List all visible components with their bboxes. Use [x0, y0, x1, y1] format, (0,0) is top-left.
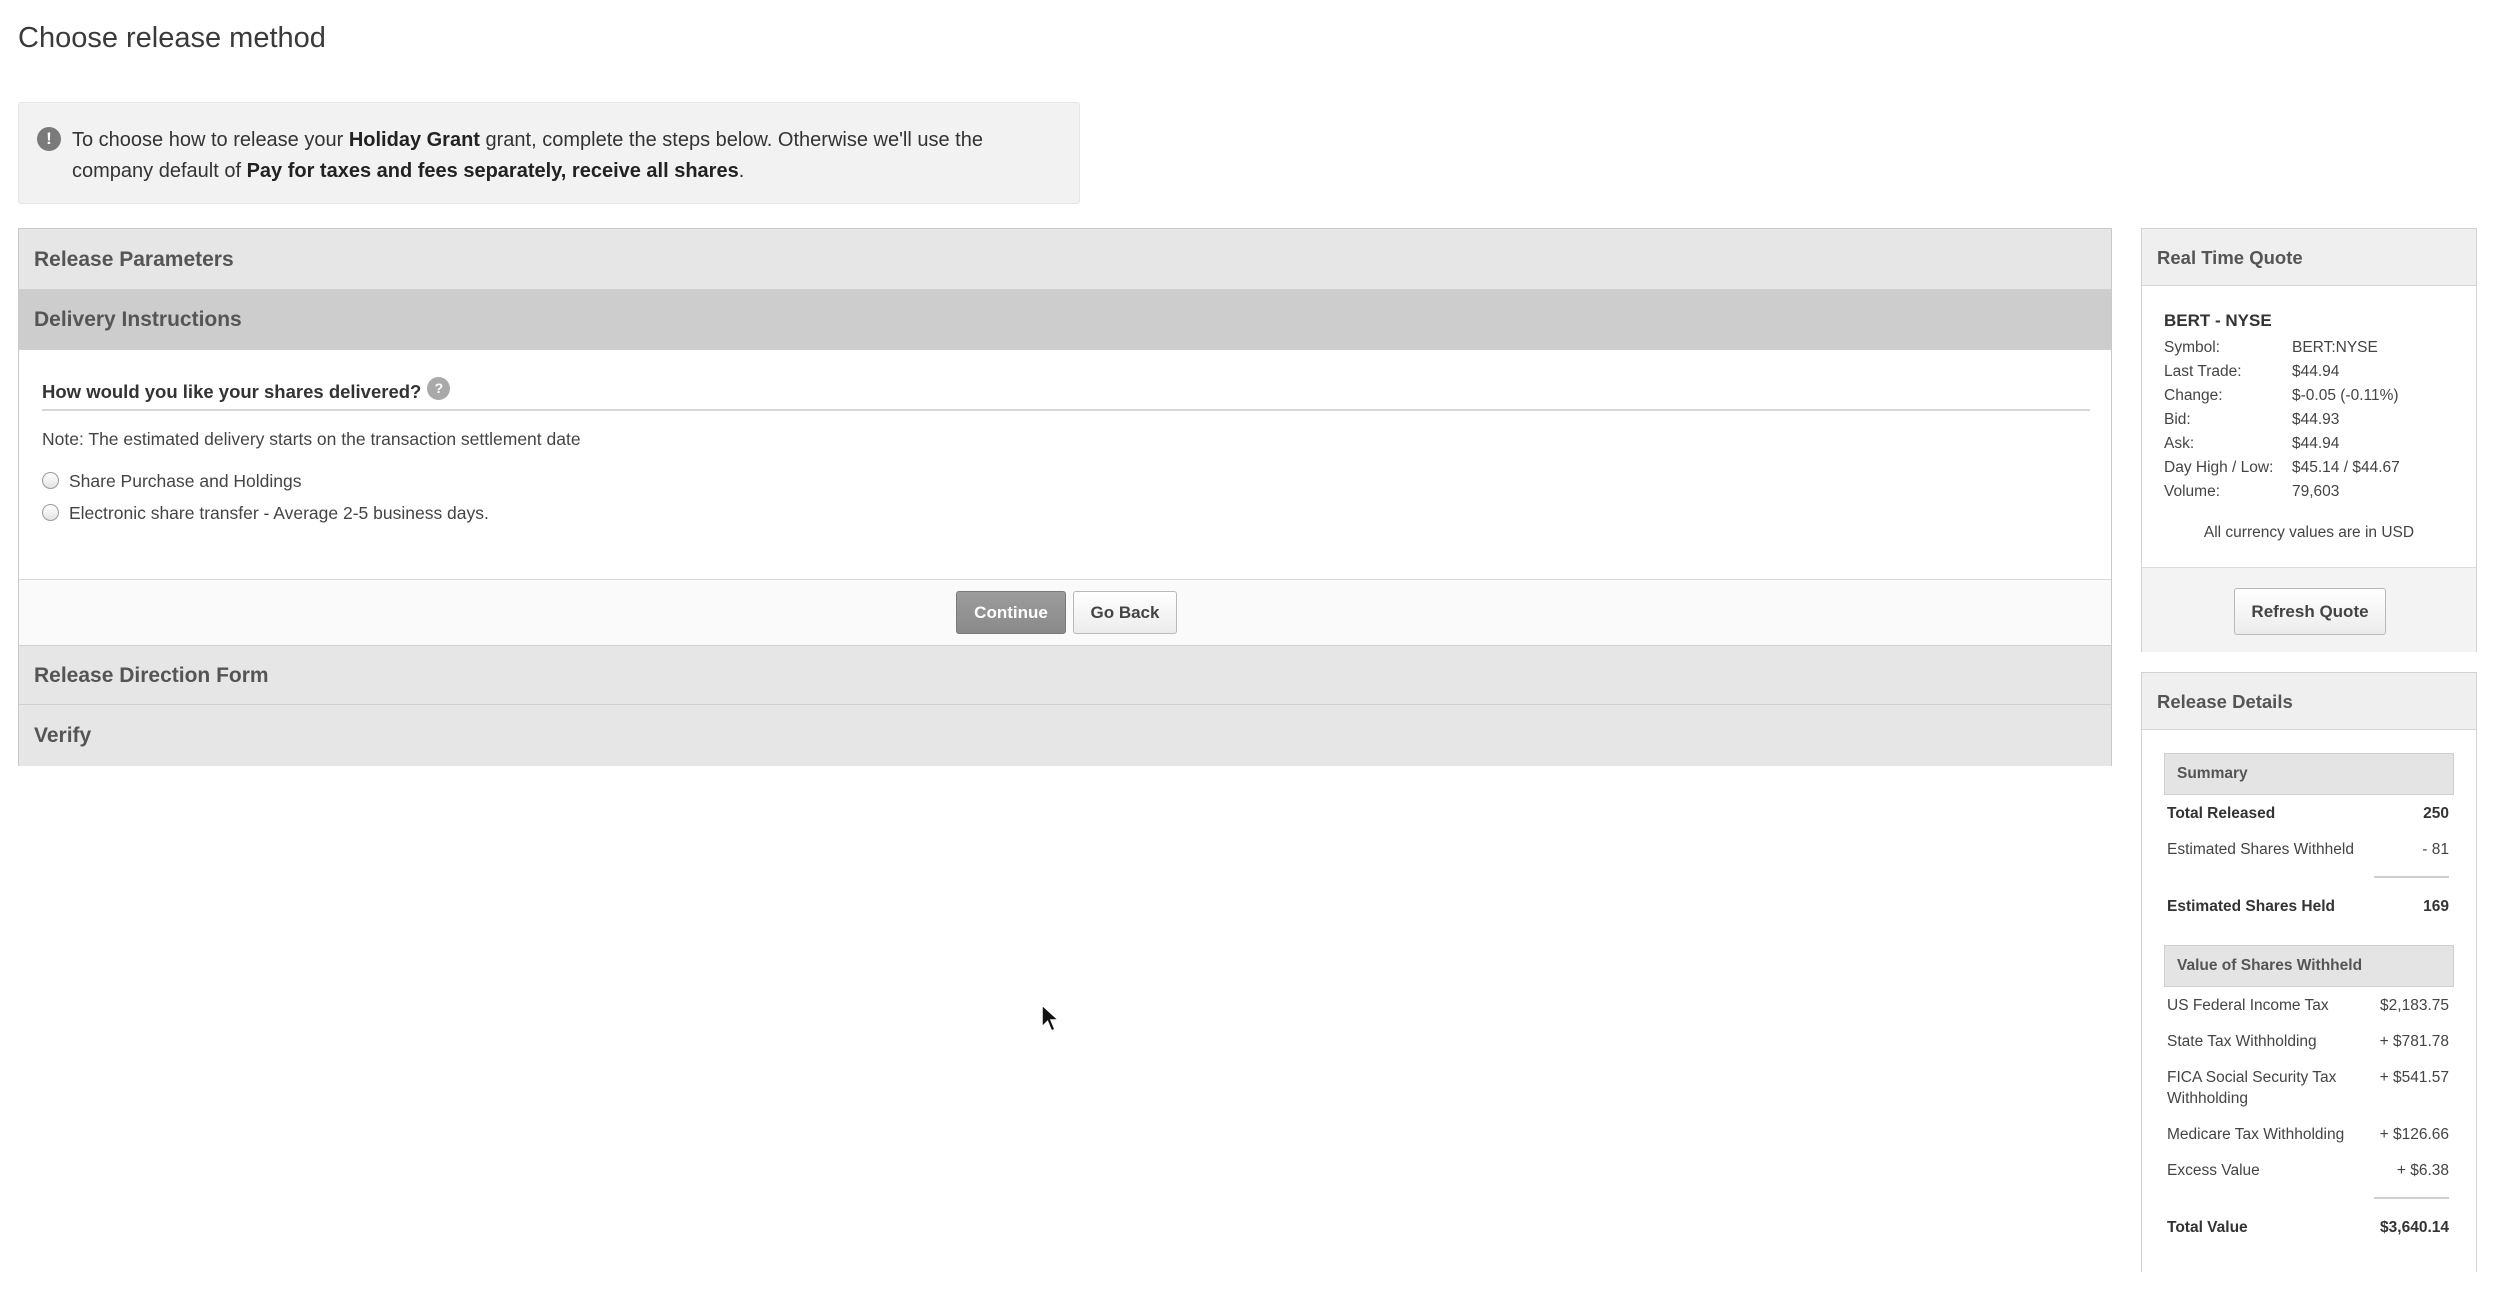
wizard-action-bar: Continue Go Back — [19, 579, 2111, 645]
quote-label: Volume: — [2164, 483, 2221, 500]
page-title: Choose release method — [18, 22, 326, 54]
refresh-quote-button[interactable]: Refresh Quote — [2234, 588, 2386, 635]
step-release-direction-form[interactable]: Release Direction Form — [19, 645, 2111, 705]
quote-value: $45.14 / $44.67 — [2292, 459, 2400, 476]
option-label: Share Purchase and Holdings — [69, 471, 302, 491]
quote-value: $44.94 — [2292, 363, 2340, 380]
value-amount: + $126.66 — [2379, 1126, 2449, 1143]
quote-value: BERT:NYSE — [2292, 339, 2378, 356]
shares-held-value: 169 — [2423, 898, 2449, 915]
quote-value: $44.93 — [2292, 411, 2340, 428]
quote-label: Symbol: — [2164, 339, 2220, 356]
value-label: Excess Value — [2167, 1162, 2260, 1179]
quote-title: Real Time Quote — [2142, 229, 2476, 286]
option-electronic-share-transfer[interactable]: Electronic share transfer - Average 2-5 … — [42, 503, 489, 524]
option-label: Electronic share transfer - Average 2-5 … — [69, 503, 489, 523]
delivery-question: How would you like your shares delivered… — [42, 377, 451, 403]
total-released-value: 250 — [2423, 805, 2449, 822]
notice-text-part3: . — [738, 160, 745, 182]
real-time-quote-panel: Real Time Quote BERT - NYSE Symbol: BERT:… — [2141, 228, 2477, 652]
notice-default-method: Pay for taxes and fees separately, recei… — [246, 160, 739, 182]
step-release-parameters[interactable]: Release Parameters — [19, 229, 2111, 290]
value-amount: $2,183.75 — [2380, 997, 2449, 1014]
currency-note: All currency values are in USD — [2203, 524, 2415, 541]
release-details-title: Release Details — [2142, 673, 2476, 730]
value-withheld-heading: Value of Shares Withheld — [2164, 945, 2454, 987]
quote-value: $44.94 — [2292, 435, 2340, 452]
go-back-button[interactable]: Go Back — [1073, 591, 1177, 634]
value-label: FICA Social Security Tax Withholding — [2167, 1069, 2337, 1107]
quote-value: 79,603 — [2292, 483, 2340, 500]
notice-grant-name: Holiday Grant — [348, 129, 480, 151]
radio-electronic-share-transfer[interactable] — [42, 504, 59, 521]
quote-label: Change: — [2164, 387, 2223, 404]
quote-footer: Refresh Quote — [2142, 567, 2476, 652]
help-icon[interactable]: ? — [427, 377, 451, 400]
total-value-label: Total Value — [2167, 1219, 2248, 1236]
quote-label: Ask: — [2164, 435, 2195, 452]
delivery-note: Note: The estimated delivery starts on t… — [42, 429, 581, 449]
value-amount: + $541.57 — [2379, 1069, 2449, 1086]
quote-label: Day High / Low: — [2164, 459, 2274, 476]
total-value-amount: $3,640.14 — [2380, 1219, 2449, 1236]
quote-symbol-heading: BERT - NYSE — [2164, 311, 2272, 330]
value-divider — [2374, 1197, 2449, 1199]
quote-label: Last Trade: — [2164, 363, 2242, 380]
question-divider — [42, 409, 2090, 411]
quote-label: Bid: — [2164, 411, 2191, 428]
value-label: State Tax Withholding — [2167, 1033, 2317, 1050]
info-notice: ! To choose how to release your Holiday … — [18, 102, 1080, 204]
radio-share-purchase-holdings[interactable] — [42, 472, 59, 489]
release-details-panel: Release Details Summary Total Released 25… — [2141, 672, 2477, 1272]
mouse-cursor-icon — [1041, 1003, 1061, 1032]
option-share-purchase-holdings[interactable]: Share Purchase and Holdings — [42, 471, 302, 492]
notice-text-part1: To choose how to release your — [72, 129, 349, 151]
shares-withheld-value: - 81 — [2422, 841, 2449, 858]
value-amount: + $781.78 — [2379, 1033, 2449, 1050]
value-label: Medicare Tax Withholding — [2167, 1126, 2345, 1143]
release-wizard: Release Parameters Delivery Instructions… — [18, 228, 2112, 766]
notice-text: To choose how to release your Holiday Gr… — [72, 125, 1049, 187]
total-released-label: Total Released — [2167, 805, 2276, 822]
shares-withheld-label: Estimated Shares Withheld — [2167, 841, 2354, 858]
shares-held-label: Estimated Shares Held — [2167, 898, 2335, 915]
quote-value: $-0.05 (-0.11%) — [2292, 387, 2399, 404]
delivery-question-text: How would you like your shares delivered… — [42, 381, 422, 402]
summary-divider — [2374, 876, 2449, 878]
continue-button[interactable]: Continue — [956, 591, 1066, 634]
step-delivery-instructions[interactable]: Delivery Instructions — [19, 290, 2111, 350]
value-label: US Federal Income Tax — [2167, 997, 2329, 1014]
step-verify[interactable]: Verify — [19, 705, 2111, 766]
exclamation-icon: ! — [37, 127, 61, 151]
value-amount: + $6.38 — [2396, 1162, 2449, 1179]
summary-heading: Summary — [2164, 753, 2454, 795]
